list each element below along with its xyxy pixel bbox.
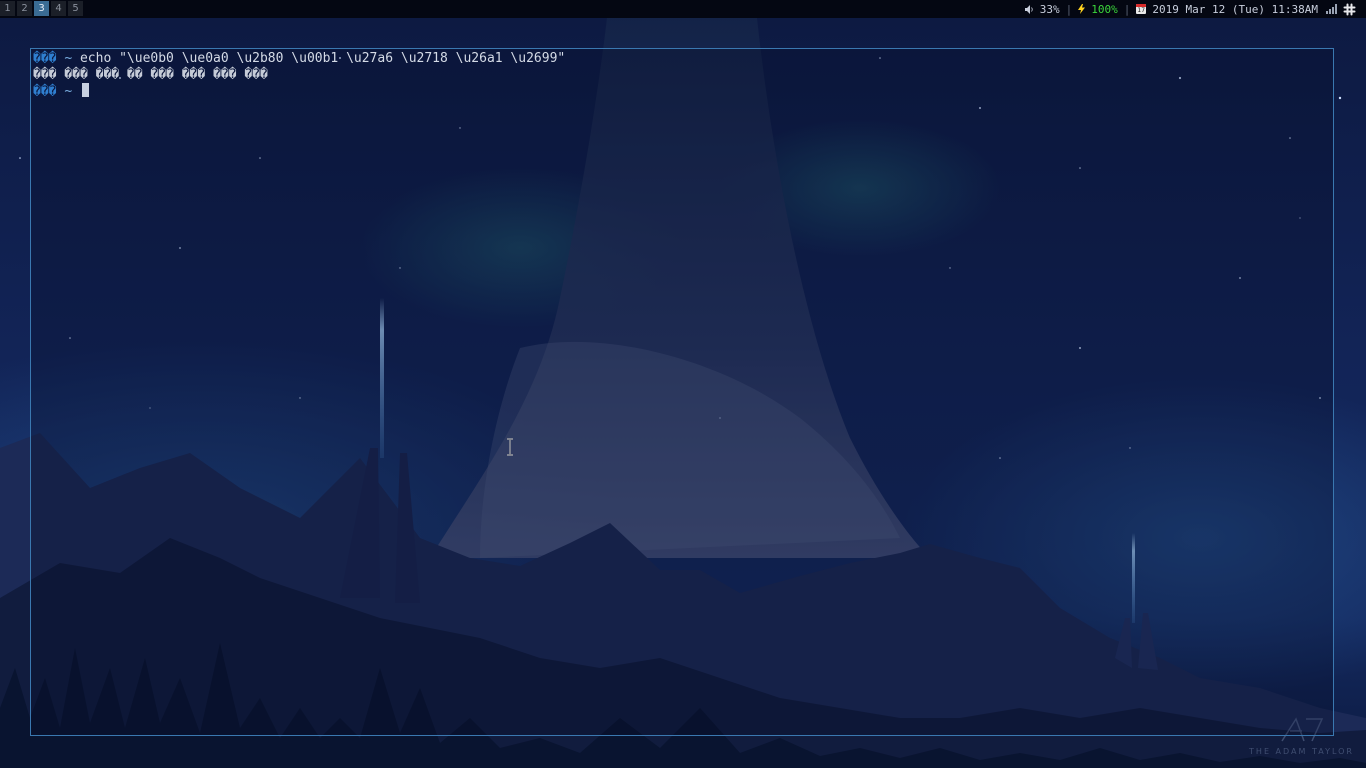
terminal-prompt-line[interactable]: ��� ~ <box>33 83 89 99</box>
workspace-1-button[interactable]: 1 <box>0 1 15 16</box>
separator: | <box>1065 2 1073 16</box>
workspace-3-button[interactable]: 3 <box>34 1 49 16</box>
prompt-symbol: ��� <box>33 51 57 66</box>
prompt-directory: ~ <box>64 84 73 99</box>
watermark-text: THE ADAM TAYLOR <box>1249 747 1354 756</box>
signal-bars-icon[interactable] <box>1326 4 1337 14</box>
status-area: 33% | 100% | 2019 Mar 12 (Tue) 11:38AM <box>1024 0 1366 18</box>
calendar-icon <box>1136 4 1147 14</box>
lightning-icon <box>1078 4 1086 14</box>
speaker-icon <box>1024 4 1034 14</box>
terminal-command-line: ��� ~ echo "\ue0b0 \ue0a0 \u2b80 \u00b1 … <box>33 51 565 67</box>
system-tray <box>1326 3 1362 16</box>
battery-value: 100% <box>1091 2 1118 16</box>
separator: | <box>1123 2 1131 16</box>
clock-indicator[interactable]: 2019 Mar 12 (Tue) 11:38AM <box>1136 3 1318 16</box>
workspace-5-button[interactable]: 5 <box>68 1 83 16</box>
mouse-ibeam-cursor-icon <box>507 438 513 456</box>
workspace-2-button[interactable]: 2 <box>17 1 32 16</box>
prompt-symbol: ��� <box>33 84 57 99</box>
terminal-output-line: ��� ��� ��� �� ��� ��� ��� ��� <box>33 67 268 82</box>
workspace-switcher: 1 2 3 4 5 <box>0 1 85 17</box>
slack-icon[interactable] <box>1343 3 1356 16</box>
prompt-directory: ~ <box>64 51 73 66</box>
command-text: echo "\ue0b0 \ue0a0 \u2b80 \u00b1 \u27a6… <box>79 51 566 66</box>
battery-indicator[interactable]: 100% <box>1078 3 1118 16</box>
workspace-4-button[interactable]: 4 <box>51 1 66 16</box>
top-status-bar: 1 2 3 4 5 33% | 100% | 2019 Mar 12 (Tue)… <box>0 0 1366 18</box>
terminal-window[interactable]: ��� ~ echo "\ue0b0 \ue0a0 \u2b80 \u00b1 … <box>30 48 1334 736</box>
volume-value: 33% <box>1039 2 1060 16</box>
datetime-value: 2019 Mar 12 (Tue) 11:38AM <box>1152 2 1318 16</box>
volume-indicator[interactable]: 33% <box>1024 2 1060 16</box>
text-cursor <box>81 83 89 97</box>
